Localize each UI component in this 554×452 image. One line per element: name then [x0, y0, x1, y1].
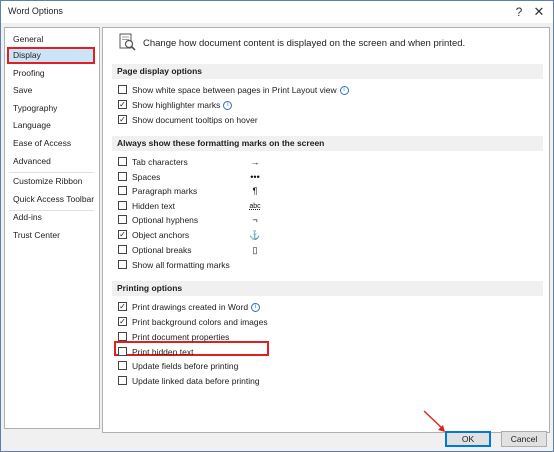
checkbox[interactable] — [118, 347, 127, 356]
ok-button[interactable]: OK — [445, 431, 491, 447]
checkbox[interactable] — [118, 186, 127, 195]
tab-arrow-icon: → — [250, 157, 260, 167]
optional-hyphen-icon: ¬ — [252, 215, 258, 225]
sidebar-item-language[interactable]: Language — [7, 117, 95, 134]
checkbox[interactable] — [118, 85, 127, 94]
display-options-panel: Change how document content is displayed… — [102, 27, 550, 433]
section-formatting-marks: Always show these formatting marks on th… — [112, 136, 543, 151]
option-label: Show white space between pages in Print … — [132, 85, 337, 95]
option-label: Optional breaks — [132, 245, 192, 255]
word-options-dialog: Word Options ? ✕ General Display Proofin… — [0, 0, 554, 452]
optional-break-icon: ▯ — [252, 245, 258, 255]
option-label: Show document tooltips on hover — [132, 115, 258, 125]
option-label: Print background colors and images — [132, 317, 268, 327]
checkbox[interactable] — [118, 245, 127, 254]
checkbox[interactable] — [118, 157, 127, 166]
sidebar-item-add-ins[interactable]: Add-ins — [7, 209, 95, 226]
section-page-display-options: Page display options — [112, 64, 543, 79]
checkbox[interactable] — [118, 172, 127, 181]
help-icon[interactable]: ? — [510, 3, 528, 21]
sidebar-item-quick-access-toolbar[interactable]: Quick Access Toolbar — [7, 191, 95, 208]
checkbox[interactable] — [118, 332, 127, 341]
checkbox[interactable] — [118, 376, 127, 385]
pilcrow-icon: ¶ — [252, 186, 258, 196]
title-bar: Word Options ? ✕ — [1, 1, 553, 23]
checkbox-checked[interactable]: ✓ — [118, 317, 127, 326]
option-label: Object anchors — [132, 230, 190, 240]
checkbox[interactable] — [118, 260, 127, 269]
option-label: Hidden text — [132, 201, 175, 211]
info-icon: i — [251, 303, 261, 313]
document-magnifier-icon — [119, 33, 136, 51]
sidebar-item-display[interactable]: Display — [7, 47, 95, 64]
section-printing-options: Printing options — [112, 281, 543, 296]
page-header-text: Change how document content is displayed… — [143, 38, 466, 49]
checkbox-checked[interactable]: ✓ — [118, 230, 127, 239]
option-label: Print document properties — [132, 332, 230, 342]
checkbox-checked[interactable]: ✓ — [118, 302, 127, 311]
option-label: Optional hyphens — [132, 215, 199, 225]
option-label: Print hidden text — [132, 347, 194, 357]
hidden-text-icon: abc — [249, 203, 261, 210]
sidebar-item-save[interactable]: Save — [7, 82, 95, 99]
info-icon: i — [339, 86, 349, 96]
sidebar-item-typography[interactable]: Typography — [7, 100, 95, 117]
checkbox[interactable] — [118, 201, 127, 210]
option-label: Spaces — [132, 172, 161, 182]
close-icon[interactable]: ✕ — [530, 3, 548, 21]
sidebar-item-proofing[interactable]: Proofing — [7, 65, 95, 82]
sidebar-item-advanced[interactable]: Advanced — [7, 153, 95, 170]
space-dots-icon: ••• — [250, 172, 260, 182]
window-title: Word Options — [8, 6, 63, 16]
option-label: Tab characters — [132, 157, 188, 167]
checkbox[interactable] — [118, 215, 127, 224]
option-label: Show highlighter marks — [132, 100, 221, 110]
sidebar-item-general[interactable]: General — [7, 31, 95, 48]
cancel-button[interactable]: Cancel — [501, 431, 547, 447]
option-label: Show all formatting marks — [132, 260, 230, 270]
option-label: Update linked data before printing — [132, 376, 260, 386]
checkbox-checked[interactable]: ✓ — [118, 115, 127, 124]
sidebar: General Display Proofing Save Typography… — [4, 27, 100, 429]
info-icon: i — [223, 101, 233, 111]
option-label: Paragraph marks — [132, 186, 198, 196]
sidebar-item-trust-center[interactable]: Trust Center — [7, 227, 95, 244]
checkbox-checked[interactable]: ✓ — [118, 100, 127, 109]
option-label: Print drawings created in Word — [132, 302, 249, 312]
anchor-icon: ⚓ — [249, 230, 261, 240]
sidebar-item-ease-of-access[interactable]: Ease of Access — [7, 135, 95, 152]
checkbox[interactable] — [118, 361, 127, 370]
sidebar-item-customize-ribbon[interactable]: Customize Ribbon — [7, 173, 95, 190]
option-label: Update fields before printing — [132, 361, 239, 371]
